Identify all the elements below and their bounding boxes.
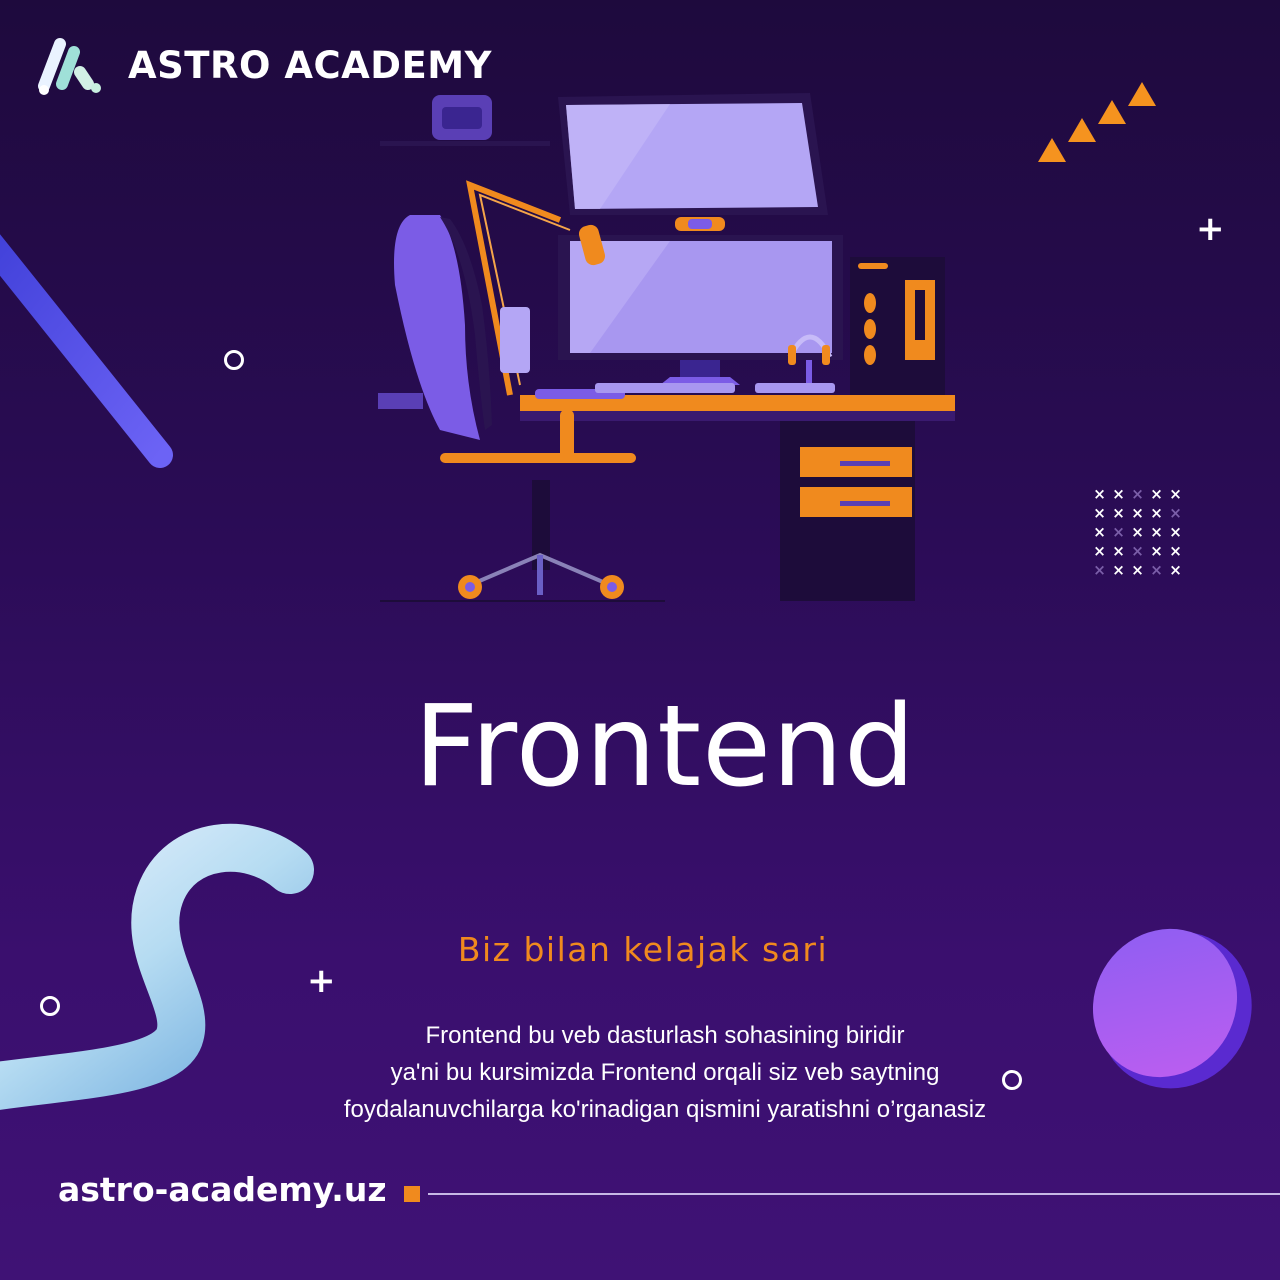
workstation-illustration: [378, 93, 955, 602]
plus-decoration: +: [307, 961, 336, 1001]
poster: ASTRO ACADEMY + + × × × × × × × × × × × …: [0, 0, 1280, 1280]
description-line: foydalanuvchilarga ko'rinadigan qismini …: [343, 1096, 987, 1123]
headline: Frontend: [413, 682, 917, 812]
description-line: ya'ni bu kursimizda Frontend orqali siz …: [390, 1059, 940, 1086]
diagonal-rod-shape: [0, 234, 173, 468]
description: Frontend bu veb dasturlash sohasining bi…: [300, 1017, 1030, 1128]
webcam-icon: [380, 95, 550, 146]
astro-academy-logo-icon: [38, 38, 101, 95]
plus-decoration: +: [1196, 209, 1225, 249]
tagline: Biz bilan kelajak sari: [457, 930, 829, 969]
ring-decoration: [40, 996, 60, 1016]
footer-square-bullet: [404, 1186, 420, 1202]
pc-tower-icon: [850, 257, 945, 397]
footer-divider-line: [428, 1193, 1280, 1195]
brand-name: ASTRO ACADEMY: [128, 44, 492, 87]
website-link[interactable]: astro-academy.uz: [58, 1170, 387, 1209]
x-pattern-decoration: × × × × × × × × × × × × × × × × × × × × × × × × ×: [1093, 485, 1182, 579]
description-line: Frontend bu veb dasturlash sohasining bi…: [425, 1022, 905, 1049]
orange-triangles: [1038, 82, 1156, 162]
ring-decoration: [224, 350, 244, 370]
